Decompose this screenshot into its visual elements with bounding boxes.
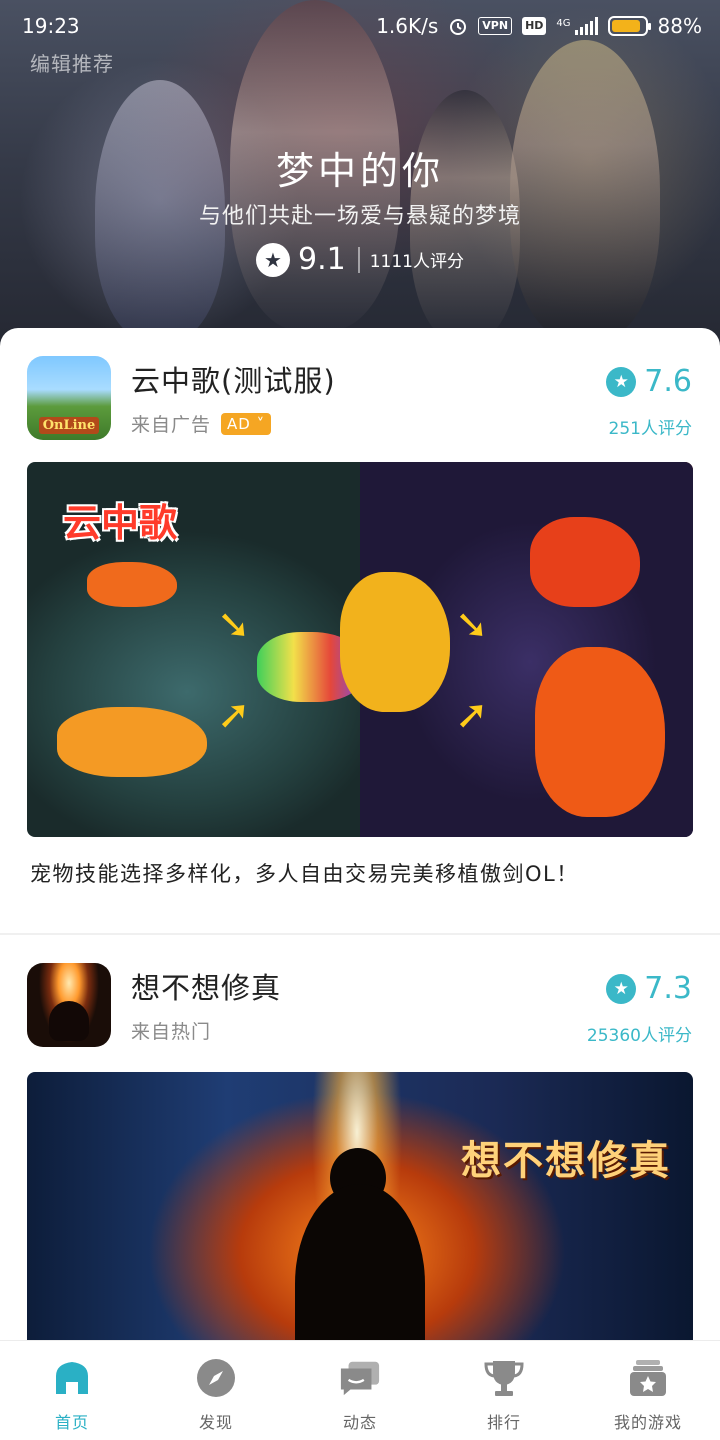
banner-game-logo: 想不想修真 — [461, 1137, 671, 1184]
battery-percent: 88% — [657, 14, 702, 38]
network-speed: 1.6K/s — [376, 14, 439, 38]
vpn-indicator: VPN — [478, 17, 513, 35]
bottom-tab-bar: 首页 发现 动态 排行 我的游戏 — [0, 1340, 720, 1440]
tab-ranking[interactable]: 排行 — [432, 1341, 576, 1440]
game-card[interactable]: 想不想修真 来自热门 ★ 7.3 25360人评分 想不想修真 — [0, 935, 720, 1340]
battery-level — [611, 20, 640, 32]
banner-game-logo: 云中歌 — [63, 500, 178, 545]
arrow-icon: ➚ — [455, 692, 489, 738]
game-source: 来自广告 AD ˅ — [131, 410, 272, 437]
hero-rating-count: 1111人评分 — [369, 252, 464, 272]
game-icon[interactable]: OnLine — [27, 356, 111, 440]
featured-hero-banner[interactable]: 19:23 1.6K/s VPN HD 4G 88% 编辑推荐 梦中的你 与他们… — [0, 0, 720, 360]
status-bar: 19:23 1.6K/s VPN HD 4G 88% — [0, 0, 720, 52]
signal-icon — [574, 17, 598, 35]
game-score: 7.6 — [644, 364, 692, 399]
game-score: 7.3 — [644, 971, 692, 1006]
status-time: 19:23 — [22, 14, 80, 38]
battery-icon — [607, 16, 651, 36]
pet-beast-art — [57, 707, 207, 777]
game-rating-count: 25360人评分 — [586, 1026, 692, 1046]
star-icon: ★ — [606, 366, 637, 397]
arrow-icon: ➚ — [217, 692, 251, 738]
hero-rating: ★ 9.1 1111人评分 — [0, 242, 720, 277]
game-rating: ★ 7.3 — [606, 971, 692, 1006]
tab-label: 排行 — [486, 1413, 521, 1432]
hero-game-title: 梦中的你 — [275, 149, 444, 193]
star-icon: ★ — [256, 242, 290, 277]
arrow-icon: ➘ — [455, 602, 489, 648]
tab-label: 发现 — [198, 1413, 233, 1432]
pet-dragon-art — [535, 647, 665, 817]
home-icon — [51, 1357, 93, 1399]
hero-game-subtitle: 与他们共赴一场爱与悬疑的梦境 — [198, 204, 521, 229]
editor-pick-tag: 编辑推荐 — [30, 52, 114, 76]
game-icon[interactable] — [27, 963, 111, 1047]
trophy-icon — [483, 1357, 525, 1399]
my-games-icon — [627, 1357, 669, 1399]
game-source-label: 来自热门 — [131, 1021, 212, 1043]
game-source-label: 来自广告 — [131, 414, 212, 436]
meditating-figure-art — [295, 1184, 425, 1340]
tab-home[interactable]: 首页 — [0, 1341, 144, 1440]
star-icon: ★ — [606, 973, 637, 1004]
game-title[interactable]: 云中歌(测试服) — [131, 358, 336, 400]
tab-discover[interactable]: 发现 — [144, 1341, 288, 1440]
game-card[interactable]: OnLine 云中歌(测试服) 来自广告 AD ˅ ★ 7.6 251人评分 云… — [0, 328, 720, 935]
game-banner-image[interactable]: 想不想修真 — [27, 1072, 693, 1340]
alarm-icon — [450, 19, 467, 35]
hd-indicator: HD — [522, 17, 547, 35]
tab-feed[interactable]: 动态 — [288, 1341, 432, 1440]
divider — [357, 246, 360, 273]
game-icon-label: OnLine — [38, 417, 100, 434]
game-rating-count: 251人评分 — [608, 419, 692, 439]
compass-icon — [195, 1357, 237, 1399]
hero-score: 9.1 — [298, 242, 346, 277]
pet-horse-art — [530, 517, 640, 607]
pet-fox-art — [87, 562, 177, 607]
banner-left-panel: 云中歌 ➘ ➚ — [27, 462, 367, 837]
golden-dragon-art — [340, 572, 450, 712]
tab-my-games[interactable]: 我的游戏 — [576, 1341, 720, 1440]
tab-label: 动态 — [342, 1413, 377, 1432]
game-source: 来自热门 — [131, 1017, 211, 1044]
tab-label: 我的游戏 — [613, 1413, 682, 1432]
game-rating: ★ 7.6 — [606, 364, 692, 399]
game-description: 宠物技能选择多样化，多人自由交易完美移植傲剑OL！ — [30, 862, 579, 886]
arrow-icon: ➘ — [217, 602, 251, 648]
tab-label: 首页 — [54, 1413, 89, 1432]
game-feed[interactable]: OnLine 云中歌(测试服) 来自广告 AD ˅ ★ 7.6 251人评分 云… — [0, 328, 720, 1340]
ad-badge[interactable]: AD ˅ — [221, 412, 272, 435]
game-banner-image[interactable]: 云中歌 ➘ ➚ ➘ ➚ — [27, 462, 693, 837]
network-type: 4G — [556, 18, 571, 29]
game-title[interactable]: 想不想修真 — [131, 965, 281, 1007]
chat-icon — [339, 1357, 381, 1399]
banner-right-panel: ➘ ➚ — [340, 462, 693, 837]
